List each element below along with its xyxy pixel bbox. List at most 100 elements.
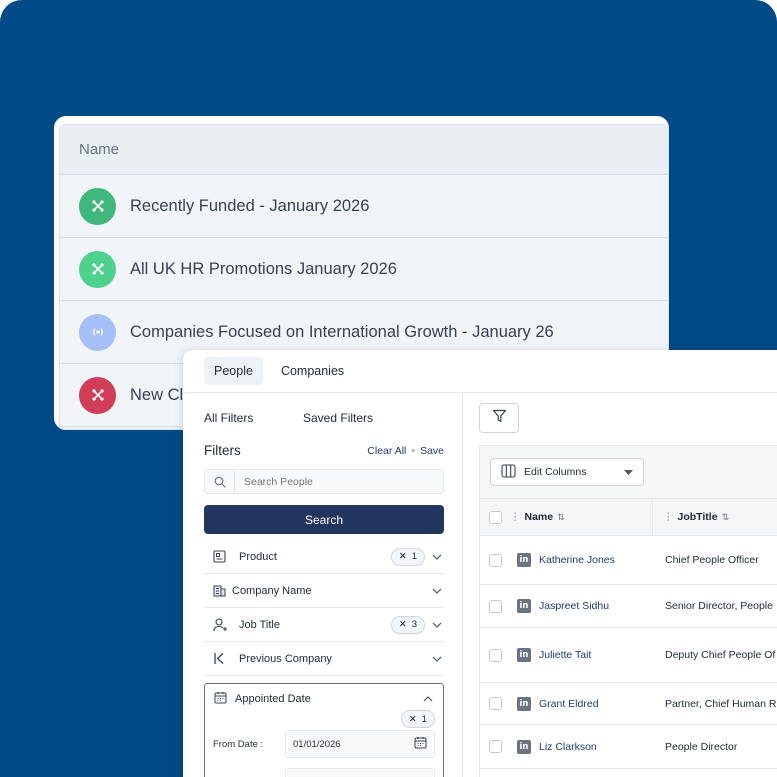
chip-count: 3: [411, 619, 417, 630]
chip-count: 1: [411, 551, 417, 562]
calendar-icon: [214, 691, 227, 707]
person-name[interactable]: Jaspreet Sidhu: [539, 600, 609, 612]
facet-label: Appointed Date: [235, 693, 311, 705]
table-row[interactable]: in Liz Clarkson People Director: [480, 725, 777, 769]
all-filters-link[interactable]: All Filters: [204, 411, 303, 425]
column-header-name[interactable]: ⋮ Name ⇅: [510, 499, 653, 535]
selected-count-chip[interactable]: ✕ 3: [390, 615, 425, 634]
connection-icon: [79, 250, 116, 288]
facet-product[interactable]: Product ✕ 1: [204, 540, 444, 574]
facet-appointed-date: Appointed Date ✕ 1 From Date : 01/01/2026: [204, 683, 444, 777]
person-name[interactable]: Katherine Jones: [539, 554, 615, 566]
drag-handle-icon[interactable]: ⋮: [663, 511, 674, 523]
chevron-down-icon[interactable]: [430, 554, 444, 560]
linkedin-icon[interactable]: in: [517, 599, 531, 613]
linkedin-icon[interactable]: in: [517, 648, 531, 662]
to-date-input[interactable]: [285, 768, 435, 777]
broadcast-icon: [79, 313, 116, 351]
selected-count-chip[interactable]: ✕ 1: [400, 710, 435, 728]
previous-icon: [213, 652, 235, 665]
list-item-label: Recently Funded - January 2026: [130, 196, 370, 215]
edit-columns-dropdown[interactable]: Edit Columns: [490, 458, 644, 486]
row-checkbox[interactable]: [480, 740, 510, 753]
table-toolbar: Edit Columns: [480, 446, 777, 499]
list-item[interactable]: All UK HR Promotions January 2026: [60, 238, 668, 301]
from-date-row: From Date : 01/01/2026: [213, 730, 435, 758]
list-item-label: New Cl: [130, 385, 184, 404]
select-all-checkbox[interactable]: [480, 510, 510, 524]
columns-icon: [501, 463, 516, 481]
job-title-cell: Partner, Chief Human R: [665, 697, 777, 710]
clear-all-button[interactable]: Clear All: [367, 445, 406, 457]
filter-mode-links: All Filters Saved Filters: [183, 393, 462, 425]
facet-company-name[interactable]: Company Name: [204, 574, 444, 608]
tab-companies[interactable]: Companies: [271, 357, 354, 385]
from-date-input[interactable]: 01/01/2026: [285, 730, 435, 758]
person-name[interactable]: Juliette Tait: [539, 649, 591, 661]
caret-down-icon: [624, 466, 633, 478]
list-item-label: Companies Focused on International Growt…: [130, 322, 554, 341]
row-checkbox[interactable]: [480, 648, 510, 662]
search-people-input[interactable]: [235, 475, 415, 488]
facet-label: Job Title: [239, 618, 280, 631]
sort-icon[interactable]: ⇅: [557, 512, 565, 523]
chevron-down-icon[interactable]: [430, 656, 444, 662]
search-icon: [205, 470, 235, 493]
facet-previous-company[interactable]: Previous Company: [204, 642, 444, 676]
tab-bar: People Companies: [183, 350, 777, 393]
chevron-down-icon[interactable]: [430, 588, 444, 594]
table-row[interactable]: in Juliette Tait Deputy Chief People Of: [480, 628, 777, 683]
table-row[interactable]: in Jaspreet Sidhu Senior Director, People: [480, 585, 777, 628]
drag-handle-icon[interactable]: ⋮: [510, 511, 521, 523]
facet-label: Previous Company: [239, 652, 332, 665]
save-button[interactable]: Save: [420, 445, 444, 457]
column-header-jobtitle[interactable]: ⋮ JobTitle ⇅: [653, 511, 729, 523]
filter-actions: Clear All • Save: [367, 445, 444, 457]
table-row[interactable]: in Katherine Jones Chief People Officer: [480, 536, 777, 585]
saved-filters-link[interactable]: Saved Filters: [303, 411, 373, 425]
close-icon: ✕: [408, 713, 417, 725]
facet-label: Product: [239, 550, 277, 563]
funnel-icon: [492, 409, 507, 428]
search-button[interactable]: Search: [204, 505, 444, 534]
job-title-cell: People Director: [665, 740, 738, 753]
chevron-down-icon[interactable]: [430, 622, 444, 628]
job-title-cell: Deputy Chief People Of: [665, 649, 776, 661]
column-label: Name: [524, 511, 554, 523]
table-header: ⋮ Name ⇅ ⋮ JobTitle ⇅: [480, 499, 777, 536]
sort-icon[interactable]: ⇅: [722, 512, 730, 523]
person-name[interactable]: Grant Eldred: [539, 698, 599, 710]
row-checkbox[interactable]: [480, 553, 510, 567]
linkedin-icon[interactable]: in: [517, 553, 531, 567]
linkedin-icon[interactable]: in: [517, 739, 531, 754]
close-icon: ✕: [398, 551, 407, 562]
connection-icon: [79, 376, 116, 414]
people-search-panel: People Companies All Filters Saved Filte…: [183, 350, 777, 777]
table-row[interactable]: in Grant Eldred Partner, Chief Human R: [480, 683, 777, 725]
list-item[interactable]: Recently Funded - January 2026: [60, 175, 668, 238]
facet-label: Company Name: [232, 584, 312, 597]
chevron-up-icon[interactable]: [421, 696, 435, 702]
row-checkbox[interactable]: [480, 599, 510, 613]
row-checkbox[interactable]: [480, 697, 510, 710]
separator-dot: •: [411, 444, 416, 457]
filter-toggle-button[interactable]: [479, 403, 519, 433]
marketing-background: Name Recently Funded - January 2026 All …: [0, 0, 777, 777]
edit-columns-label: Edit Columns: [524, 466, 587, 478]
from-date-label: From Date :: [213, 738, 264, 750]
person-name[interactable]: Liz Clarkson: [539, 741, 597, 753]
job-title-cell: Chief People Officer: [665, 554, 759, 566]
tab-people[interactable]: People: [204, 357, 263, 385]
calendar-icon[interactable]: [414, 736, 427, 752]
search-people-field: [204, 469, 444, 494]
product-icon: [213, 550, 235, 563]
facet-job-title[interactable]: Job Title ✕ 3: [204, 608, 444, 642]
from-date-value: 01/01/2026: [293, 738, 341, 750]
column-label: JobTitle: [677, 511, 718, 523]
selected-count-chip[interactable]: ✕ 1: [390, 547, 425, 566]
add-person-icon: [213, 617, 235, 632]
linkedin-icon[interactable]: in: [517, 696, 531, 711]
results-pane: Edit Columns ⋮ Name ⇅ ⋮ JobTitle ⇅ in Ka…: [464, 393, 777, 777]
building-icon: [213, 584, 232, 597]
job-title-cell: Senior Director, People: [665, 600, 773, 612]
